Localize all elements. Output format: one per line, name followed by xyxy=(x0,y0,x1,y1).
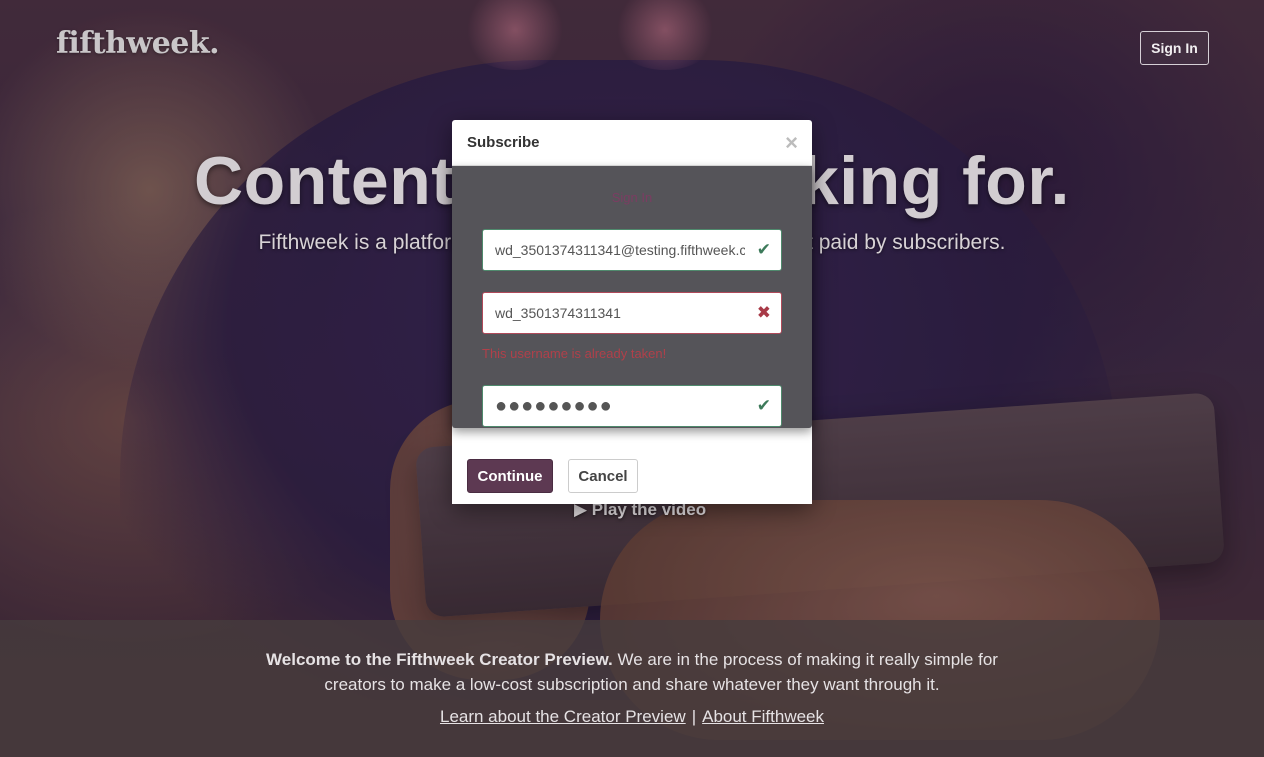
site-logo[interactable]: fifthweek. xyxy=(56,26,220,61)
username-field[interactable]: wd_3501374311341 ✖ xyxy=(482,292,782,334)
modal-footer: Continue Cancel xyxy=(452,448,812,504)
password-value: ●●●●●●●●● xyxy=(495,394,613,417)
email-field[interactable]: wd_3501374311341@testing.fifthweek.com ✔ xyxy=(482,229,782,271)
modal-title: Subscribe xyxy=(467,134,540,151)
footer-welcome: Welcome to the Fifthweek Creator Preview… xyxy=(242,647,1022,697)
check-icon: ✔ xyxy=(756,396,771,415)
email-value: wd_3501374311341@testing.fifthweek.com xyxy=(495,242,745,258)
continue-button[interactable]: Continue xyxy=(467,459,553,493)
sign-in-link[interactable]: Sign In xyxy=(452,190,812,205)
error-x-icon: ✖ xyxy=(756,303,771,322)
close-icon[interactable]: × xyxy=(785,132,798,154)
sign-in-button[interactable]: Sign In xyxy=(1140,31,1209,65)
link-separator: | xyxy=(691,707,697,726)
footer-welcome-heading: Welcome to the Fifthweek Creator Preview… xyxy=(266,650,613,669)
password-field[interactable]: ●●●●●●●●● ✔ xyxy=(482,385,782,427)
footer-links: Learn about the Creator Preview | About Fi… xyxy=(0,707,1264,727)
footer-banner: Welcome to the Fifthweek Creator Preview… xyxy=(0,620,1264,757)
cancel-button[interactable]: Cancel xyxy=(568,459,638,493)
username-error-message: This username is already taken! xyxy=(482,346,667,361)
subscribe-modal: Subscribe × Sign In wd_3501374311341@tes… xyxy=(452,120,812,504)
creator-preview-link[interactable]: Learn about the Creator Preview xyxy=(440,707,686,726)
about-fifthweek-link[interactable]: About Fifthweek xyxy=(702,707,824,726)
username-value: wd_3501374311341 xyxy=(495,305,621,321)
check-icon: ✔ xyxy=(756,240,771,259)
signup-form: Sign In wd_3501374311341@testing.fifthwe… xyxy=(452,166,812,428)
modal-header: Subscribe × xyxy=(452,120,812,166)
